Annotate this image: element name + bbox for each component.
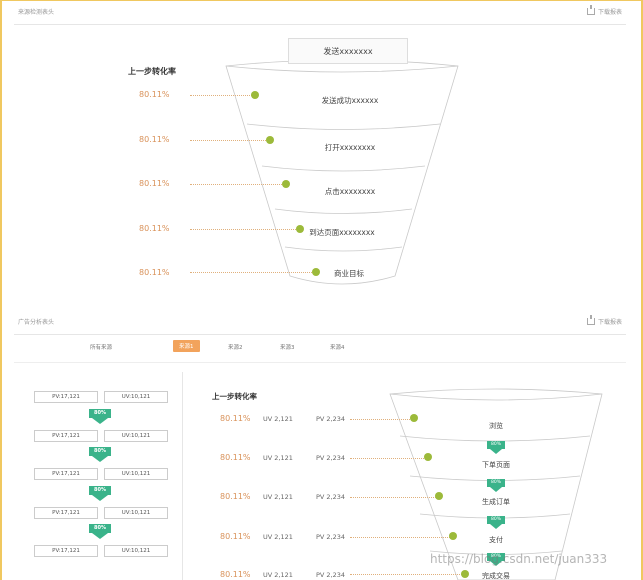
uv-value: UV 2,121 bbox=[263, 454, 293, 462]
bottom-rate: 80.11% bbox=[220, 532, 251, 541]
top-conversion-header: 上一步转化率 bbox=[128, 67, 176, 76]
bottom-stage-label: 下单页面 bbox=[482, 461, 510, 469]
uv-box: UV:10,121 bbox=[104, 468, 168, 480]
bottom-stage-label: 生成订单 bbox=[482, 498, 510, 506]
pv-value: PV 2,234 bbox=[316, 493, 346, 501]
pv-value: PV 2,234 bbox=[316, 533, 346, 541]
source-tabs: 所有来源 来源1 来源2 来源3 来源4 bbox=[60, 338, 580, 356]
stage-dot bbox=[251, 91, 259, 99]
bottom-download-label: 下载报表 bbox=[597, 319, 622, 326]
pv-value: PV 2,234 bbox=[316, 454, 346, 462]
arrow-pct: 80% bbox=[89, 447, 111, 456]
arrow-pct: 80% bbox=[89, 486, 111, 495]
conversion-arrow: 80% bbox=[89, 447, 111, 462]
top-rate: 80.11% bbox=[139, 135, 170, 144]
uv-value: UV 2,121 bbox=[263, 533, 293, 541]
divider bbox=[14, 362, 626, 363]
conversion-arrow: 80% bbox=[487, 441, 505, 454]
top-stage-label: 点击xxxxxxxx bbox=[324, 187, 376, 196]
pv-box: PV:17,121 bbox=[34, 430, 98, 442]
conversion-arrow: 80% bbox=[89, 524, 111, 539]
bottom-stage-label: 支付 bbox=[489, 536, 503, 544]
uv-value: UV 2,121 bbox=[263, 493, 293, 501]
conversion-arrow: 80% bbox=[89, 486, 111, 501]
top-stage-label: 到达页面xxxxxxxx bbox=[309, 228, 375, 237]
arrow-pct: 80% bbox=[487, 441, 505, 449]
top-rate: 80.11% bbox=[139, 90, 170, 99]
uv-box: UV:10,121 bbox=[104, 507, 168, 519]
send-box: 发送xxxxxxx bbox=[288, 38, 408, 64]
bottom-download-button[interactable]: 下载报表 bbox=[586, 315, 622, 326]
conversion-arrow: 80% bbox=[487, 479, 505, 492]
pv-value: PV 2,234 bbox=[316, 571, 346, 579]
bottom-conversion-header: 上一步转化率 bbox=[212, 392, 257, 401]
leader-line bbox=[350, 458, 426, 459]
top-rate: 80.11% bbox=[139, 179, 170, 188]
top-stage-label: 商业目标 bbox=[334, 269, 364, 278]
leader-line bbox=[350, 574, 462, 575]
leader-line bbox=[190, 140, 266, 141]
top-panel-title: 来源检测表头 bbox=[18, 9, 55, 16]
pv-box: PV:17,121 bbox=[34, 391, 98, 403]
stage-dot bbox=[435, 492, 443, 500]
top-rate: 80.11% bbox=[139, 224, 170, 233]
uv-value: UV 2,121 bbox=[263, 415, 293, 423]
top-stage-label: 发送成功xxxxxx bbox=[321, 96, 379, 105]
bottom-panel-title: 广告分析表头 bbox=[18, 319, 55, 326]
arrow-pct: 80% bbox=[89, 524, 111, 533]
pv-value: PV 2,234 bbox=[316, 415, 346, 423]
uv-box: UV:10,121 bbox=[104, 430, 168, 442]
pv-box: PV:17,121 bbox=[34, 545, 98, 557]
uv-box: UV:10,121 bbox=[104, 545, 168, 557]
arrow-pct: 80% bbox=[89, 409, 111, 418]
bottom-panel-header: 广告分析表头 下载报表 bbox=[14, 313, 626, 335]
top-download-button[interactable]: 下载报表 bbox=[586, 5, 622, 16]
arrow-pct: 80% bbox=[487, 479, 505, 487]
leader-line bbox=[350, 419, 412, 420]
pv-box: PV:17,121 bbox=[34, 507, 98, 519]
tab-source-4[interactable]: 来源4 bbox=[330, 343, 345, 351]
tab-source-2[interactable]: 来源2 bbox=[228, 343, 243, 351]
divider bbox=[182, 372, 183, 580]
tab-source-3[interactable]: 来源3 bbox=[280, 343, 295, 351]
watermark: https://blog.csdn.net/juan333 bbox=[430, 552, 608, 566]
uv-box: UV:10,121 bbox=[104, 391, 168, 403]
top-stage-label: 打开xxxxxxxx bbox=[324, 143, 376, 152]
bottom-rate: 80.11% bbox=[220, 414, 251, 423]
leader-line bbox=[190, 95, 252, 96]
conversion-arrow: 80% bbox=[89, 409, 111, 424]
top-rate: 80.11% bbox=[139, 268, 170, 277]
conversion-arrow: 80% bbox=[487, 516, 505, 529]
pv-box: PV:17,121 bbox=[34, 468, 98, 480]
bottom-rate: 80.11% bbox=[220, 492, 251, 501]
bottom-rate: 80.11% bbox=[220, 453, 251, 462]
top-panel-header: 来源检测表头 下载报表 bbox=[14, 3, 626, 25]
tab-all-sources[interactable]: 所有来源 bbox=[90, 343, 112, 351]
download-icon bbox=[586, 315, 595, 325]
arrow-pct: 80% bbox=[487, 516, 505, 524]
stage-dot bbox=[266, 136, 274, 144]
bottom-rate: 80.11% bbox=[220, 570, 251, 579]
leader-line bbox=[350, 497, 436, 498]
stage-dot bbox=[424, 453, 432, 461]
bottom-stage-label: 完成交易 bbox=[482, 572, 510, 580]
bottom-stage-label: 浏览 bbox=[489, 422, 503, 430]
uv-value: UV 2,121 bbox=[263, 571, 293, 579]
tab-source-1[interactable]: 来源1 bbox=[173, 340, 200, 352]
stage-dot bbox=[410, 414, 418, 422]
download-icon bbox=[586, 5, 595, 15]
leader-line bbox=[190, 184, 282, 185]
top-download-label: 下载报表 bbox=[597, 9, 622, 16]
leader-line bbox=[350, 537, 450, 538]
